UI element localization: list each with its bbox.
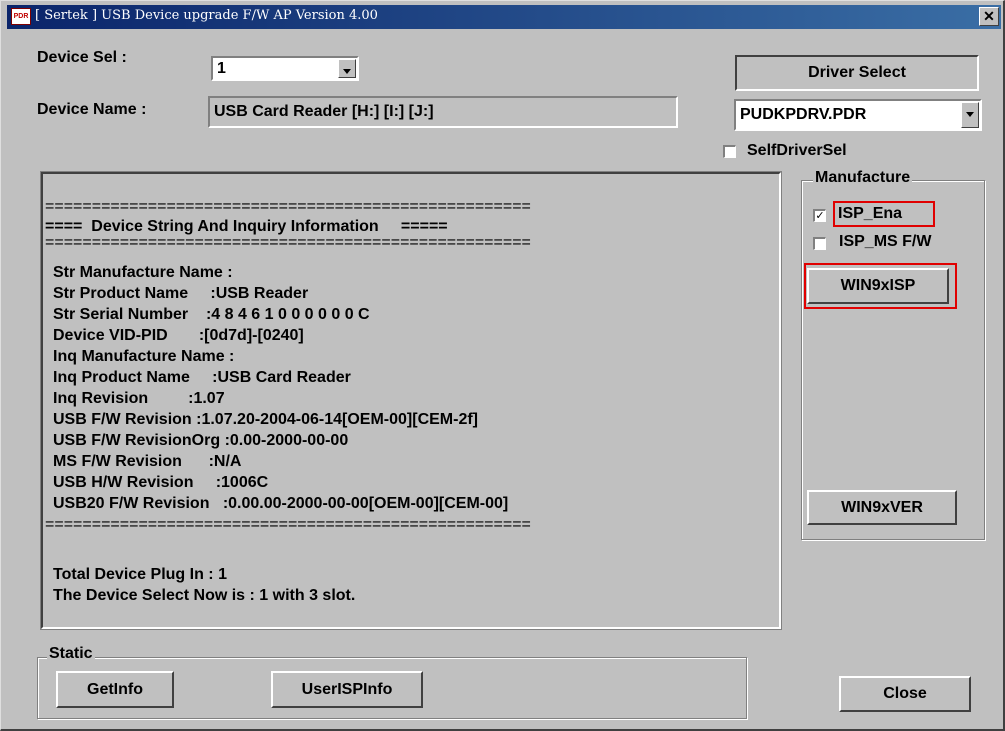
device-name-field: USB Card Reader [H:] [I:] [J:] [208, 96, 678, 128]
info-line: USB F/W RevisionOrg :0.00-2000-00-00 [53, 432, 349, 449]
device-sel-value: 1 [217, 60, 226, 77]
chevron-down-icon[interactable] [961, 102, 979, 128]
separator-line: ========================================… [45, 198, 531, 215]
info-line: USB F/W Revision :1.07.20-2004-06-14[OEM… [53, 411, 478, 428]
device-sel-dropdown[interactable]: 1 [211, 56, 359, 81]
userispinfo-button[interactable]: UserISPInfo [271, 671, 423, 708]
info-line: Str Product Name :USB Reader [53, 285, 309, 302]
title-bar[interactable]: PDR [ Sertek ] USB Device upgrade F/W AP… [7, 5, 1001, 29]
isp-ms-label: ISP_MS F/W [839, 233, 932, 250]
driver-dropdown[interactable]: PUDKPDRV.PDR [734, 99, 982, 131]
static-group-title: Static [47, 645, 95, 663]
separator-line: ========================================… [45, 516, 531, 533]
info-line: MS F/W Revision :N/A [53, 453, 242, 470]
info-line: USB20 F/W Revision :0.00.00-2000-00-00[O… [53, 495, 509, 512]
info-line: Inq Revision :1.07 [53, 390, 225, 407]
device-sel-label: Device Sel : [37, 49, 127, 66]
window-title: [ Sertek ] USB Device upgrade F/W AP Ver… [35, 8, 378, 23]
info-line: Total Device Plug In : 1 [53, 566, 227, 583]
separator-line: ========================================… [45, 234, 531, 251]
getinfo-button[interactable]: GetInfo [56, 671, 174, 708]
win9xver-button[interactable]: WIN9xVER [807, 490, 957, 525]
info-line: Str Manufacture Name : [53, 264, 233, 281]
window-close-button[interactable]: ✕ [979, 7, 999, 26]
win9xisp-highlight [804, 263, 957, 309]
self-driver-label: SelfDriverSel [747, 142, 847, 159]
info-line: Inq Product Name :USB Card Reader [53, 369, 351, 386]
driver-dropdown-value: PUDKPDRV.PDR [740, 106, 867, 123]
isp-ms-checkbox[interactable] [813, 237, 826, 250]
close-button[interactable]: Close [839, 676, 971, 712]
device-name-label: Device Name : [37, 101, 147, 118]
info-line: USB H/W Revision :1006C [53, 474, 269, 491]
info-line: Device VID-PID :[0d7d]-[0240] [53, 327, 304, 344]
isp-ena-checkbox[interactable]: ✓ [813, 209, 826, 222]
device-name-value: USB Card Reader [H:] [I:] [J:] [214, 103, 434, 120]
app-window: PDR [ Sertek ] USB Device upgrade F/W AP… [0, 0, 1005, 731]
chevron-down-icon[interactable] [338, 59, 356, 78]
info-line: Str Serial Number :4 8 4 6 1 0 0 0 0 0 0… [53, 306, 370, 323]
manufacture-group-title: Manufacture [813, 169, 913, 187]
self-driver-checkbox[interactable] [723, 145, 736, 158]
isp-ena-highlight [833, 201, 935, 227]
app-icon: PDR [11, 8, 31, 25]
info-line: The Device Select Now is : 1 with 3 slot… [53, 587, 356, 604]
info-line: Inq Manufacture Name : [53, 348, 235, 365]
device-info-panel[interactable]: ========================================… [40, 171, 782, 630]
driver-select-button[interactable]: Driver Select [735, 55, 979, 91]
